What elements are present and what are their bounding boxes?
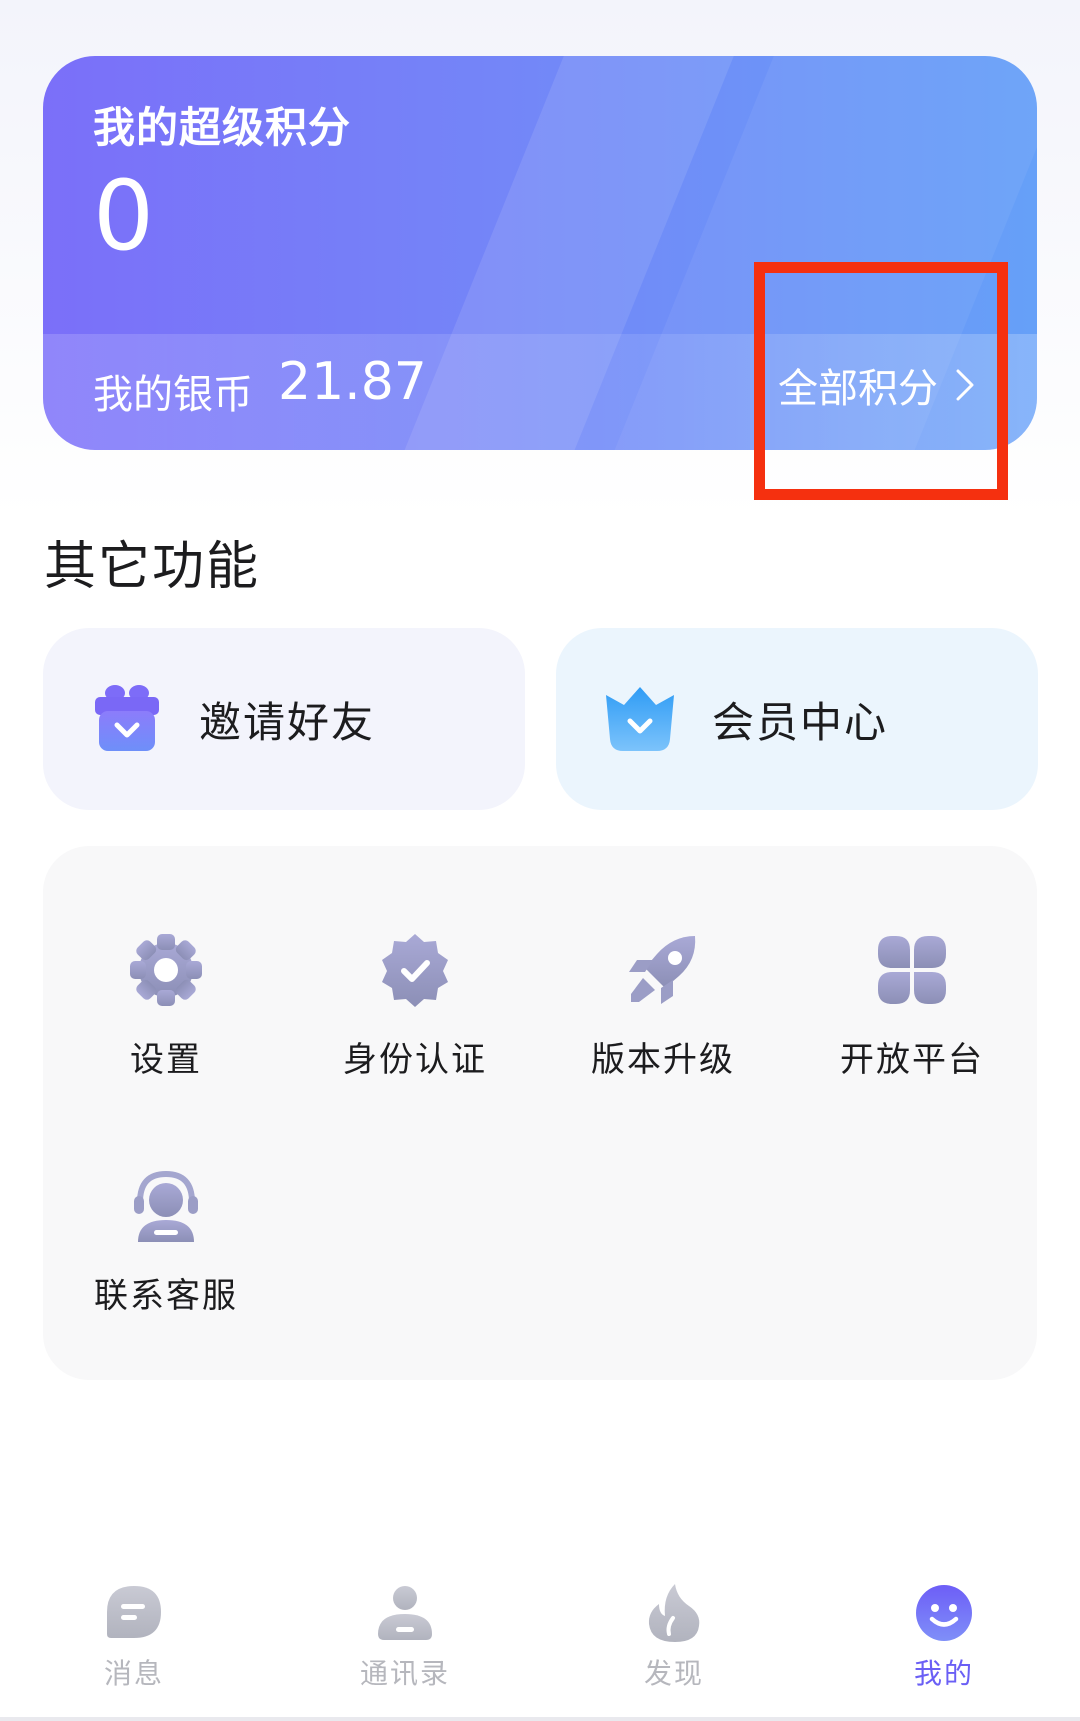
silver-coin-label: 我的银币 <box>93 372 253 418</box>
chat-bubble-icon <box>107 1586 161 1638</box>
contacts-person-icon <box>378 1586 432 1640</box>
points-value: 0 <box>93 160 155 272</box>
verified-badge-icon <box>382 934 448 1007</box>
open-platform-item[interactable]: 开放平台 <box>812 930 1012 1081</box>
customer-service-item[interactable]: 联系客服 <box>66 1166 266 1317</box>
tab-discover[interactable]: 发现 <box>574 1582 774 1692</box>
settings-label: 设置 <box>130 1040 202 1080</box>
tab-messages[interactable]: 消息 <box>34 1582 234 1692</box>
headset-agent-icon <box>134 1170 198 1242</box>
gift-icon <box>95 685 159 751</box>
invite-friends-card[interactable]: 邀请好友 <box>43 628 525 810</box>
gear-icon <box>130 934 202 1006</box>
four-petal-grid-icon <box>878 936 946 1004</box>
crown-icon <box>606 687 674 751</box>
tab-me-label: 我的 <box>913 1657 974 1690</box>
tab-contacts-label: 通讯录 <box>359 1657 450 1690</box>
member-center-card[interactable]: 会员中心 <box>556 628 1038 810</box>
customer-service-label: 联系客服 <box>94 1276 238 1316</box>
bottom-divider <box>0 1717 1080 1721</box>
settings-item[interactable]: 设置 <box>66 930 266 1081</box>
invite-friends-label: 邀请好友 <box>199 697 376 747</box>
smiley-face-icon <box>916 1585 972 1641</box>
identity-verification-label: 身份认证 <box>343 1040 487 1080</box>
version-upgrade-item[interactable]: 版本升级 <box>563 930 763 1081</box>
points-title: 我的超级积分 <box>93 103 352 152</box>
features-panel: 设置 身份认证 版本升级 开放平台 联系客服 <box>43 846 1037 1380</box>
tab-contacts[interactable]: 通讯录 <box>305 1582 505 1692</box>
tab-messages-label: 消息 <box>103 1657 164 1690</box>
version-upgrade-label: 版本升级 <box>591 1040 735 1080</box>
section-title: 其它功能 <box>44 537 261 597</box>
tab-discover-label: 发现 <box>643 1657 704 1690</box>
rocket-icon <box>629 936 696 1004</box>
identity-verification-item[interactable]: 身份认证 <box>315 930 515 1081</box>
flame-icon <box>648 1584 700 1642</box>
bottom-tab-bar: 消息 通讯录 发现 我的 <box>0 1560 1080 1721</box>
member-center-label: 会员中心 <box>712 697 889 747</box>
highlight-annotation-box <box>754 262 1008 500</box>
silver-coin-value: 21.87 <box>278 352 427 412</box>
tab-me[interactable]: 我的 <box>844 1582 1044 1692</box>
open-platform-label: 开放平台 <box>840 1040 984 1080</box>
